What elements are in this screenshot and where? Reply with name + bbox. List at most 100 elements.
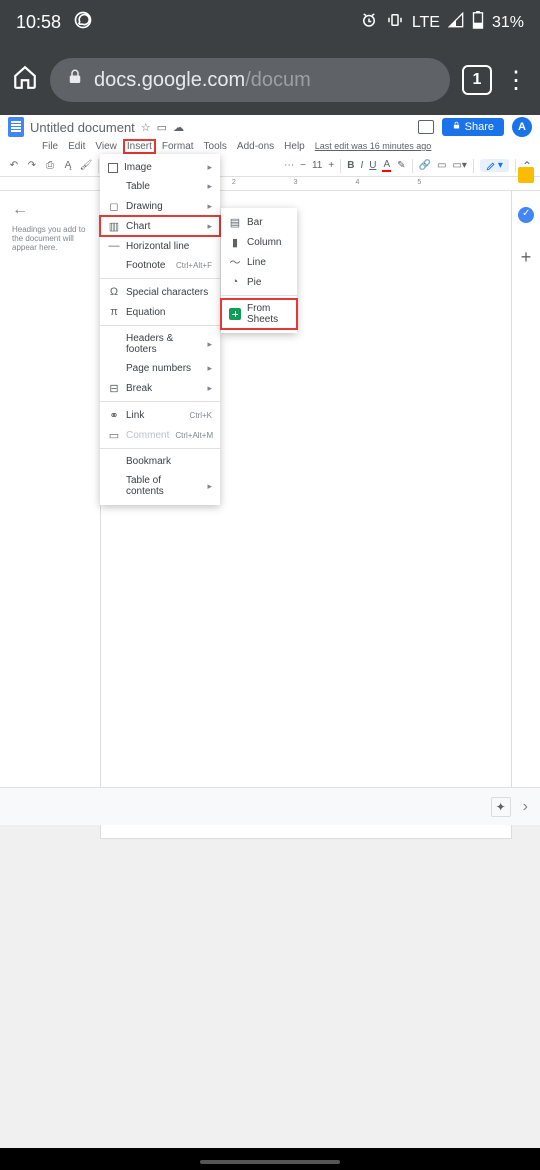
comments-button[interactable] — [418, 120, 434, 134]
menu-insert[interactable]: Insert — [123, 139, 156, 154]
ruler: 1 2 3 4 5 — [0, 177, 540, 191]
insert-item-label: Comment — [126, 430, 169, 441]
account-avatar[interactable]: A — [512, 117, 532, 137]
insert-item-chart[interactable]: ▥Chart▸ — [100, 216, 220, 236]
url-bar[interactable]: docs.google.com/docum — [50, 58, 450, 102]
shortcut-label: Ctrl+Alt+M — [175, 431, 213, 440]
home-icon[interactable] — [12, 64, 38, 97]
italic-button[interactable]: I — [360, 160, 363, 171]
explore-button[interactable]: ✦ — [491, 797, 511, 817]
share-label: Share — [465, 121, 494, 133]
keep-icon[interactable] — [518, 167, 534, 183]
chart-item-pie[interactable]: ◔Pie — [221, 272, 297, 292]
insert-comment-button[interactable]: ▭ — [437, 160, 446, 171]
chart-item-divider — [221, 295, 297, 296]
menu-help[interactable]: Help — [280, 139, 309, 154]
insert-image-button[interactable]: ▭▾ — [452, 160, 466, 171]
move-icon[interactable]: ▭ — [157, 121, 167, 134]
font-size-value[interactable]: 11 — [312, 160, 322, 171]
insert-item-label: Page numbers — [126, 363, 201, 374]
insert-link-button[interactable]: 🔗 — [419, 160, 431, 171]
browser-menu-icon[interactable]: ⋮ — [504, 66, 528, 95]
insert-item-comment[interactable]: ▭CommentCtrl+Alt+M — [100, 425, 220, 445]
android-nav-bar — [0, 1148, 540, 1170]
chart-item-bar[interactable]: ▤Bar — [221, 212, 297, 232]
insert-item-link[interactable]: ⚭LinkCtrl+K — [100, 405, 220, 425]
insert-item-divider — [100, 401, 220, 402]
mobile-status-bar: 10:58 LTE 31% — [0, 0, 540, 45]
menu-edit[interactable]: Edit — [64, 139, 89, 154]
battery-icon — [472, 11, 484, 34]
submenu-arrow-icon: ▸ — [207, 162, 212, 173]
insert-item-bookmark[interactable]: Bookmark — [100, 452, 220, 471]
add-addon-icon[interactable]: + — [521, 247, 532, 268]
menu-format[interactable]: Format — [158, 139, 198, 154]
status-time: 10:58 — [16, 12, 61, 33]
share-button[interactable]: Share — [442, 118, 504, 136]
shortcut-label: Ctrl+Alt+F — [176, 261, 212, 270]
side-panel-toggle-icon[interactable]: › — [523, 798, 528, 816]
chart-item-line[interactable]: 〜Line — [221, 252, 297, 272]
document-title[interactable]: Untitled document — [30, 120, 135, 135]
insert-item-equation[interactable]: πEquation — [100, 302, 220, 322]
insert-item-image[interactable]: Image▸ — [100, 158, 220, 177]
chart-item-label: Line — [247, 257, 289, 268]
insert-item-headers-footers[interactable]: Headers & footers▸ — [100, 329, 220, 359]
chart-submenu-dropdown: ▤Bar▮Column〜Line◔Pie From Sheets — [221, 208, 297, 333]
insert-item-page-numbers[interactable]: Page numbers▸ — [100, 359, 220, 378]
alarm-icon — [360, 11, 378, 34]
document-outline-pane: ← Headings you add to the document will … — [0, 191, 100, 839]
insert-item-horizontal-line[interactable]: —Horizontal line — [100, 236, 220, 256]
vibrate-icon — [386, 11, 404, 34]
highlight-button[interactable]: ✎ — [397, 160, 405, 171]
insert-item-label: Link — [126, 410, 184, 421]
star-icon[interactable]: ☆ — [141, 121, 151, 134]
redo-button[interactable]: ↷ — [26, 160, 38, 172]
insert-item-special-characters[interactable]: ΩSpecial characters — [100, 282, 220, 302]
menubar: FileEditViewInsertFormatToolsAdd-onsHelp… — [0, 137, 540, 155]
chart-item-label: Bar — [247, 217, 289, 228]
lock-icon — [66, 68, 84, 92]
bold-button[interactable]: B — [347, 160, 354, 171]
outline-placeholder-text: Headings you add to the document will ap… — [12, 225, 94, 252]
paint-format-button[interactable]: 🖌 — [80, 160, 92, 172]
outline-close-icon[interactable]: ← — [12, 201, 94, 219]
insert-item-table-of-contents[interactable]: Table of contents▸ — [100, 471, 220, 501]
menu-add-ons[interactable]: Add-ons — [233, 139, 278, 154]
insert-item-footnote[interactable]: FootnoteCtrl+Alt+F — [100, 256, 220, 275]
docs-logo-icon[interactable] — [8, 117, 24, 137]
insert-item-table[interactable]: Table▸ — [100, 177, 220, 196]
insert-item-divider — [100, 325, 220, 326]
editing-mode-button[interactable]: ▾ — [480, 159, 509, 172]
submenu-arrow-icon: ▸ — [207, 481, 212, 492]
submenu-arrow-icon: ▸ — [207, 181, 212, 192]
menu-file[interactable]: File — [38, 139, 62, 154]
text-color-button[interactable]: A — [382, 159, 391, 172]
menu-view[interactable]: View — [91, 139, 121, 154]
more-toolbar[interactable]: ⋯ — [284, 160, 294, 171]
font-size-dec[interactable]: − — [300, 160, 306, 171]
cloud-icon[interactable]: ☁ — [173, 121, 184, 134]
battery-percent: 31% — [492, 14, 524, 32]
nav-pill[interactable] — [200, 1160, 340, 1164]
insert-item-divider — [100, 448, 220, 449]
chart-item-label: From Sheets — [247, 303, 289, 325]
tab-count-button[interactable]: 1 — [462, 65, 492, 95]
insert-item-label: Break — [126, 383, 201, 394]
print-button[interactable]: ⎙ — [44, 160, 56, 172]
spellcheck-button[interactable]: Ą — [62, 160, 74, 172]
insert-item-drawing[interactable]: ◻Drawing▸ — [100, 196, 220, 216]
submenu-arrow-icon: ▸ — [207, 383, 212, 394]
insert-item-label: Special characters — [126, 287, 212, 298]
insert-item-label: Bookmark — [126, 456, 212, 467]
underline-button[interactable]: U — [369, 160, 376, 171]
chart-item-from-sheets[interactable]: From Sheets — [221, 299, 297, 329]
last-edit-link[interactable]: Last edit was 16 minutes ago — [315, 141, 432, 151]
insert-item-break[interactable]: ⊟Break▸ — [100, 378, 220, 398]
undo-button[interactable]: ↶ — [8, 160, 20, 172]
font-size-inc[interactable]: + — [328, 160, 334, 171]
tasks-icon[interactable]: ✓ — [518, 207, 534, 223]
chart-item-column[interactable]: ▮Column — [221, 232, 297, 252]
menu-tools[interactable]: Tools — [200, 139, 231, 154]
avatar-letter: A — [518, 121, 526, 133]
